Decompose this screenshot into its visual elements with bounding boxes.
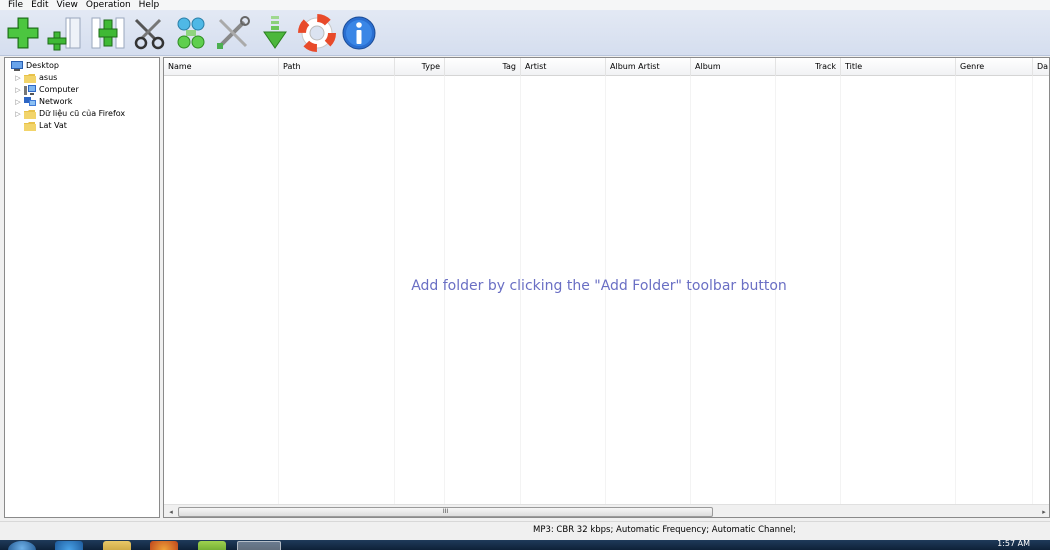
join-button[interactable]	[170, 12, 212, 54]
download-button[interactable]	[254, 12, 296, 54]
column-path[interactable]: Path	[279, 58, 395, 76]
menu-file[interactable]: File	[4, 0, 27, 10]
join-icon	[177, 17, 205, 48]
expand-arrow-icon[interactable]: ▷	[14, 98, 22, 106]
menu-operation[interactable]: Operation	[82, 0, 135, 10]
column-title[interactable]: Title	[841, 58, 956, 76]
folder-tree[interactable]: Desktop ▷ asus ▷ Computer ▷ Network ▷ Dữ…	[4, 57, 160, 518]
add-folder-button[interactable]	[2, 12, 44, 54]
column-album-artist[interactable]: Album Artist	[606, 58, 691, 76]
tree-item-computer[interactable]: ▷ Computer	[5, 84, 159, 96]
menu-edit[interactable]: Edit	[27, 0, 52, 10]
tree-item-label: Desktop	[26, 61, 59, 70]
tree-item-desktop[interactable]: Desktop	[5, 60, 159, 72]
cut-icon	[134, 18, 165, 49]
scroll-left-icon[interactable]: ◂	[164, 505, 178, 517]
tree-item-label: Computer	[39, 85, 79, 94]
cut-button[interactable]	[128, 12, 170, 54]
tree-item-label: Network	[39, 97, 73, 106]
desktop-icon	[11, 61, 23, 71]
add-sub-button[interactable]	[86, 12, 128, 54]
clock[interactable]: 1:57 AM	[997, 540, 1030, 548]
start-button-icon[interactable]	[8, 541, 36, 550]
add-sub-icon	[91, 17, 125, 48]
horizontal-scrollbar[interactable]: ◂ III ▸	[164, 504, 1049, 517]
tree-item-label: asus	[39, 73, 58, 82]
info-icon	[342, 16, 376, 49]
about-button[interactable]	[338, 12, 380, 54]
column-name[interactable]: Name	[164, 58, 279, 76]
menu-help[interactable]: Help	[135, 0, 164, 10]
ie-icon[interactable]	[55, 541, 83, 550]
expand-arrow-icon[interactable]: ▷	[14, 86, 22, 94]
file-list[interactable]: Name Path Type Tag Artist Album Artist A…	[163, 57, 1050, 518]
status-text: MP3: CBR 32 kbps; Automatic Frequency; A…	[533, 525, 796, 535]
add-files-icon	[47, 17, 81, 50]
column-genre[interactable]: Genre	[956, 58, 1033, 76]
scroll-right-icon[interactable]: ▸	[1037, 505, 1049, 517]
tools-button[interactable]	[212, 12, 254, 54]
network-icon	[24, 97, 36, 106]
tree-item-asus[interactable]: ▷ asus	[5, 72, 159, 84]
tree-item-lat-vat[interactable]: Lat Vat	[5, 120, 159, 132]
expander-placeholder	[14, 122, 22, 130]
app-icon[interactable]	[198, 541, 226, 550]
taskbar: 1:57 AM	[0, 540, 1050, 550]
column-track[interactable]: Track	[776, 58, 841, 76]
scroll-thumb[interactable]: III	[178, 507, 713, 517]
firefox-icon[interactable]	[150, 541, 178, 550]
add-files-button[interactable]	[44, 12, 86, 54]
tree-item-network[interactable]: ▷ Network	[5, 96, 159, 108]
expand-arrow-icon[interactable]: ▷	[14, 74, 22, 82]
menu-bar: File Edit View Operation Help	[0, 0, 1050, 10]
computer-icon	[24, 85, 36, 95]
status-bar: MP3: CBR 32 kbps; Automatic Frequency; A…	[0, 521, 1050, 540]
column-date[interactable]: Da	[1033, 58, 1049, 76]
list-header: Name Path Type Tag Artist Album Artist A…	[164, 58, 1049, 76]
column-type[interactable]: Type	[395, 58, 445, 76]
help-lifebuoy-icon	[298, 13, 336, 52]
download-icon	[263, 15, 287, 49]
menu-view[interactable]: View	[53, 0, 82, 10]
active-app-icon[interactable]	[237, 541, 281, 550]
tools-icon	[217, 15, 250, 49]
expand-arrow-icon[interactable]: ▷	[14, 110, 22, 118]
toolbar	[0, 10, 1050, 56]
explorer-icon[interactable]	[103, 541, 131, 550]
tree-item-label: Dữ liệu cũ của Firefox	[39, 109, 126, 118]
support-button[interactable]	[296, 12, 338, 54]
folder-icon	[24, 74, 36, 83]
column-tag[interactable]: Tag	[445, 58, 521, 76]
folder-icon	[24, 110, 36, 119]
empty-list-message: Add folder by clicking the "Add Folder" …	[411, 278, 787, 294]
tree-item-label: Lat Vat	[39, 121, 67, 130]
column-album[interactable]: Album	[691, 58, 776, 76]
add-folder-icon	[7, 17, 39, 48]
folder-icon	[24, 122, 36, 131]
tree-item-firefox-data[interactable]: ▷ Dữ liệu cũ của Firefox	[5, 108, 159, 120]
column-artist[interactable]: Artist	[521, 58, 606, 76]
